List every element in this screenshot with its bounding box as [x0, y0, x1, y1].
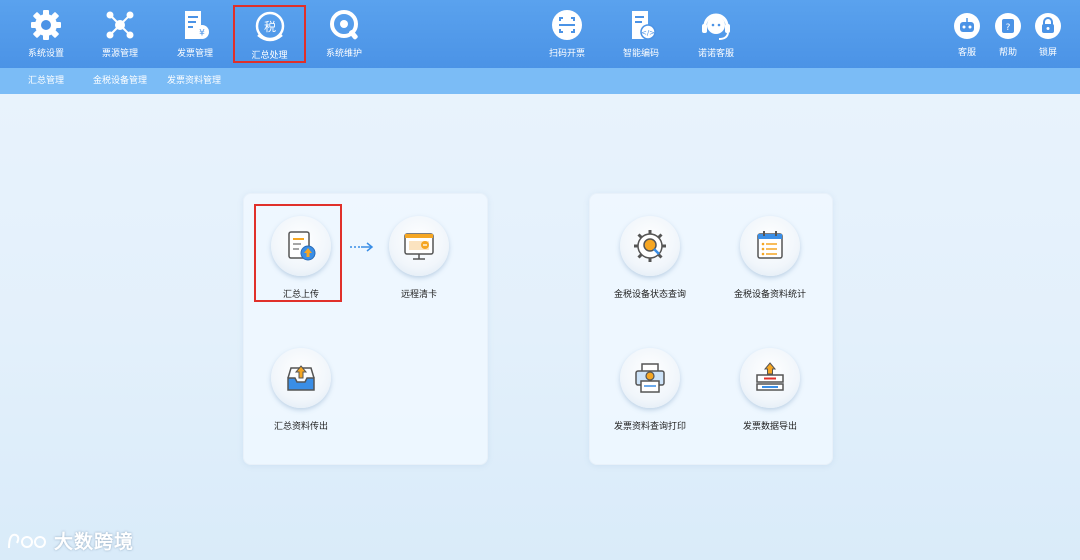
function-device-data-stats[interactable]: 金税设备资料统计 [710, 216, 830, 300]
toolbar-label: 汇总处理 [251, 51, 288, 61]
remote-clear-card-icon [404, 233, 434, 260]
headset-icon [702, 13, 730, 40]
function-icon-circle [389, 216, 449, 276]
toolbar-label: 智能编码 [622, 49, 659, 59]
network-icon [106, 11, 134, 39]
function-invoice-query-print[interactable]: 发票资料查询打印 [590, 348, 710, 432]
svg-text:</>: </> [641, 29, 655, 37]
toolbar-ticket-source[interactable]: 票源管理 [84, 0, 156, 68]
toolbar-label: 客服 [957, 48, 976, 58]
subnav-summary-management[interactable]: 汇总管理 [28, 68, 64, 94]
function-label: 汇总资料传出 [273, 422, 328, 432]
function-icon-circle [740, 348, 800, 408]
function-icon-circle [740, 216, 800, 276]
sub-navigation: 汇总管理 金税设备管理 发票资料管理 [0, 68, 1080, 94]
toolbar-system-maintenance[interactable]: 系统维护 [308, 0, 380, 68]
device-data-stats-icon [757, 231, 783, 259]
print-query-icon [635, 363, 665, 393]
summary-export-icon [287, 365, 315, 391]
highlight-box [254, 204, 342, 302]
smart-code-icon: </> [632, 11, 656, 40]
function-icon-circle [620, 216, 680, 276]
subnav-tax-device-management[interactable]: 金税设备管理 [93, 68, 147, 94]
top-toolbar: 系统设置 票源管理 ¥ 发票管理 税 汇总处理 系统维护 扫码开票 </> 智能… [0, 0, 1080, 68]
toolbar-label: 帮助 [998, 48, 1017, 58]
invoice-icon: ¥ [185, 11, 209, 39]
toolbar-customer-service[interactable]: 客服 [947, 0, 987, 68]
toolbar-lock-screen[interactable]: 锁屏 [1028, 0, 1068, 68]
svg-text:税: 税 [263, 20, 275, 34]
toolbar-scan-invoice[interactable]: 扫码开票 [531, 0, 603, 68]
toolbar-summary-processing[interactable]: 税 汇总处理 [233, 5, 306, 63]
function-label: 发票数据导出 [742, 422, 797, 432]
toolbar-label: 系统维护 [325, 49, 362, 59]
device-status-query-icon [634, 230, 666, 262]
scan-icon [552, 10, 582, 40]
tax-summary-icon: 税 [255, 11, 284, 42]
function-label: 金税设备状态查询 [613, 290, 686, 300]
help-icon: ? [995, 13, 1021, 39]
svg-text:¥: ¥ [199, 29, 205, 39]
watermark-text: 大数跨境 [54, 531, 135, 553]
data-export-icon [756, 362, 784, 391]
subnav-invoice-data-management[interactable]: 发票资料管理 [167, 68, 221, 94]
watermark-logo-icon [8, 533, 46, 548]
function-device-status-query[interactable]: 金税设备状态查询 [590, 216, 710, 300]
toolbar-label: 锁屏 [1038, 48, 1057, 58]
function-summary-data-export[interactable]: 汇总资料传出 [241, 348, 361, 432]
toolbar-system-settings[interactable]: 系统设置 [10, 0, 82, 68]
lock-icon [1035, 13, 1061, 39]
toolbar-invoice-management[interactable]: ¥ 发票管理 [159, 0, 231, 68]
function-remote-clear-card[interactable]: 远程清卡 [359, 216, 479, 300]
function-icon-circle [271, 348, 331, 408]
toolbar-help[interactable]: ? 帮助 [988, 0, 1028, 68]
function-icon-circle [620, 348, 680, 408]
function-label: 远程清卡 [400, 290, 437, 300]
svg-text:?: ? [1006, 23, 1011, 33]
toolbar-label: 扫码开票 [548, 49, 585, 59]
function-invoice-data-export[interactable]: 发票数据导出 [710, 348, 830, 432]
toolbar-label: 票源管理 [101, 49, 138, 59]
toolbar-nuonuo-support[interactable]: 诺诺客服 [680, 0, 752, 68]
wrench-icon [330, 10, 358, 40]
robot-icon [954, 13, 980, 39]
watermark: 大数跨境 [6, 527, 134, 554]
toolbar-label: 发票管理 [176, 49, 213, 59]
function-label: 发票资料查询打印 [613, 422, 686, 432]
gear-icon [31, 10, 61, 40]
toolbar-smart-coding[interactable]: </> 智能编码 [605, 0, 677, 68]
toolbar-label: 系统设置 [27, 49, 64, 59]
function-label: 金税设备资料统计 [733, 290, 806, 300]
toolbar-label: 诺诺客服 [697, 49, 734, 59]
